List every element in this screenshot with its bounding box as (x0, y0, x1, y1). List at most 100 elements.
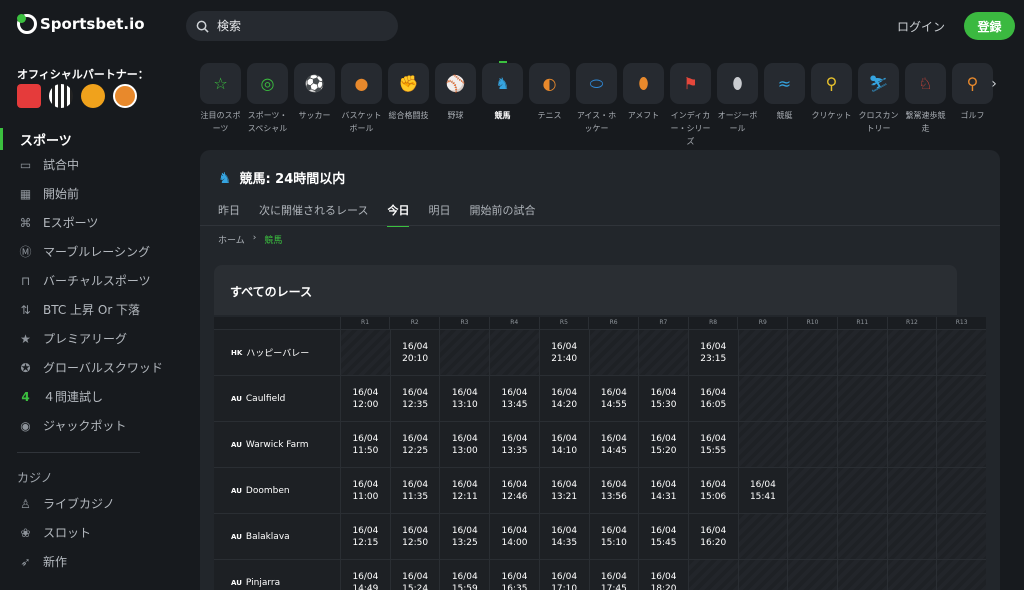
race-time-cell[interactable]: 16/04 11:00 (340, 468, 390, 513)
date-tab[interactable]: 明日 (428, 202, 450, 227)
venue-row: AU Doomben 16/04 11:00 16/04 11:35 16/04 12:… (214, 467, 986, 513)
nav-item[interactable]: ⇅ BTC 上昇 Or 下落 (0, 295, 175, 324)
search-bar[interactable] (186, 11, 398, 41)
race-time-cell[interactable]: 16/04 11:50 (340, 422, 390, 467)
race-time-cell[interactable]: 16/04 13:00 (439, 422, 490, 467)
race-time-cell[interactable]: 16/04 15:41 (737, 468, 788, 513)
race-time-cell[interactable]: 16/04 17:45 (588, 560, 639, 590)
sport-tile[interactable]: ⚾ 野球 (435, 63, 476, 148)
race-time-cell[interactable]: 16/04 14:55 (588, 376, 639, 421)
sport-tile[interactable]: ⚲ クリケット (811, 63, 852, 148)
race-time-cell[interactable]: 16/04 14:10 (538, 422, 589, 467)
race-time-cell[interactable]: 16/04 14:00 (489, 514, 539, 559)
race-time-cell[interactable]: 16/04 15:59 (439, 560, 490, 590)
nav-sports-heading[interactable]: スポーツ (0, 128, 175, 150)
race-time-cell[interactable]: 16/04 12:25 (389, 422, 440, 467)
brand-logo[interactable]: Sportsbet.io (17, 14, 145, 34)
date-tab[interactable]: 次に開催されるレース (259, 202, 368, 227)
race-time-cell[interactable]: 16/04 12:46 (489, 468, 539, 513)
nav-item[interactable]: ⌘ Eスポーツ (0, 208, 175, 237)
sport-tile[interactable]: ⬮ オージーボ ール (717, 63, 758, 148)
race-column-header: R2 (389, 317, 439, 329)
sport-tile[interactable]: ✊ 総合格闘技 (388, 63, 429, 148)
race-time-cell[interactable]: 16/04 12:35 (389, 376, 440, 421)
race-time-cell[interactable]: 16/04 14:49 (340, 560, 390, 590)
nav-item[interactable]: ♙ ライブカジノ (0, 489, 175, 518)
login-link[interactable]: ログイン (897, 18, 945, 35)
sport-tile[interactable]: ⬭ アイス・ホ ッケー (576, 63, 617, 148)
sport-tile[interactable]: ⛷ クロスカン トリー (858, 63, 899, 148)
sport-tile[interactable]: ◎ スポーツ・ スペシャル (247, 63, 288, 148)
sport-tile[interactable]: ☆ 注目のスポ ーツ (200, 63, 241, 148)
nav-item[interactable]: ★ プレミアリーグ (0, 324, 175, 353)
race-time-cell[interactable]: 16/04 12:00 (340, 376, 390, 421)
date-tab[interactable]: 今日 (387, 202, 410, 227)
race-time-cell[interactable]: 16/04 11:35 (389, 468, 440, 513)
sport-tile[interactable]: ◐ テニス (529, 63, 570, 148)
sport-tile[interactable]: ♘ 繋駕速歩競 走 (905, 63, 946, 148)
venue-cell[interactable]: AU Warwick Farm (214, 422, 341, 467)
nav-casino-heading[interactable]: カジノ (0, 465, 175, 489)
race-time-cell[interactable]: 16/04 13:10 (439, 376, 490, 421)
date-tab[interactable]: 昨日 (218, 202, 240, 227)
breadcrumb-home[interactable]: ホーム (218, 233, 245, 246)
race-time-cell[interactable]: 16/04 17:10 (538, 560, 589, 590)
race-time-cell[interactable]: 16/04 15:20 (638, 422, 688, 467)
race-time-cell[interactable]: 16/04 13:21 (538, 468, 589, 513)
nav-item[interactable]: Ⓜ マーブルレーシング (0, 237, 175, 266)
race-time-cell[interactable]: 16/04 14:20 (538, 376, 589, 421)
date-tab[interactable]: 開始前の試合 (469, 202, 535, 227)
race-time-cell[interactable]: 16/04 15:55 (687, 422, 738, 467)
race-time-cell[interactable]: 16/04 15:10 (588, 514, 639, 559)
race-time-cell[interactable]: 16/04 16:35 (489, 560, 539, 590)
sport-tile[interactable]: ⚑ インディカ ー・シリー ズ (670, 63, 711, 148)
nav-item-label: ４問連試し (43, 390, 104, 404)
basketball-club-logo-icon[interactable] (113, 84, 137, 108)
race-time-cell[interactable]: 16/04 16:20 (687, 514, 738, 559)
hull-logo-icon[interactable] (81, 84, 105, 108)
sport-tile[interactable]: ≈ 競艇 (764, 63, 805, 148)
sport-tile[interactable]: ⬮ アメフト (623, 63, 664, 148)
race-time-cell[interactable]: 16/04 23:15 (687, 330, 738, 375)
race-time-cell[interactable]: 16/04 15:06 (687, 468, 738, 513)
nav-item[interactable]: ◉ ジャックポット (0, 411, 175, 440)
race-time-cell[interactable]: 16/04 15:45 (638, 514, 688, 559)
nav-item[interactable]: ▦ 開始前 (0, 179, 175, 208)
race-time-cell[interactable]: 16/04 21:40 (538, 330, 589, 375)
race-time-cell[interactable]: 16/04 14:35 (538, 514, 589, 559)
nav-item[interactable]: ✪ グローバルスクワッド (0, 353, 175, 382)
race-time-cell[interactable]: 16/04 15:24 (389, 560, 440, 590)
race-time-cell[interactable]: 16/04 13:56 (588, 468, 639, 513)
race-time-cell[interactable]: 16/04 15:30 (638, 376, 688, 421)
laliga-logo-icon[interactable] (17, 84, 41, 108)
chevron-right-icon[interactable]: › (984, 63, 1004, 104)
search-input[interactable] (217, 19, 377, 33)
nav-item[interactable]: ➶ 新作 (0, 547, 175, 576)
venue-cell[interactable]: AU Pinjarra (214, 560, 341, 590)
race-time-cell[interactable]: 16/04 18:20 (638, 560, 688, 590)
race-time-cell[interactable]: 16/04 16:05 (687, 376, 738, 421)
race-time-cell[interactable]: 16/04 14:31 (638, 468, 688, 513)
sport-tile[interactable]: ● バスケット ボール (341, 63, 382, 148)
newcastle-logo-icon[interactable] (49, 84, 73, 108)
venue-cell[interactable]: AU Balaklava (214, 514, 341, 559)
race-time-cell[interactable]: 16/04 13:35 (489, 422, 539, 467)
vr-icon: ⊓ (20, 273, 31, 288)
nav-item[interactable]: ▭ 試合中 (0, 150, 175, 179)
race-time-cell[interactable]: 16/04 12:50 (389, 514, 440, 559)
nav-item[interactable]: 4 ４問連試し (0, 382, 175, 411)
venue-cell[interactable]: AU Doomben (214, 468, 341, 513)
venue-cell[interactable]: AU Caulfield (214, 376, 341, 421)
nav-item[interactable]: ⊓ バーチャルスポーツ (0, 266, 175, 295)
race-time-cell[interactable]: 16/04 20:10 (389, 330, 440, 375)
race-time-cell[interactable]: 16/04 13:45 (489, 376, 539, 421)
race-time-cell[interactable]: 16/04 12:11 (439, 468, 490, 513)
nav-item[interactable]: ❀ スロット (0, 518, 175, 547)
venue-cell[interactable]: HK ハッピーバレー (214, 330, 341, 375)
sport-tile[interactable]: ⚽ サッカー (294, 63, 335, 148)
race-time-cell[interactable]: 16/04 14:45 (588, 422, 639, 467)
race-time-cell[interactable]: 16/04 12:15 (340, 514, 390, 559)
register-button[interactable]: 登録 (964, 12, 1015, 40)
sport-tile[interactable]: ♞ 競馬 (482, 61, 523, 148)
race-time-cell[interactable]: 16/04 13:25 (439, 514, 490, 559)
